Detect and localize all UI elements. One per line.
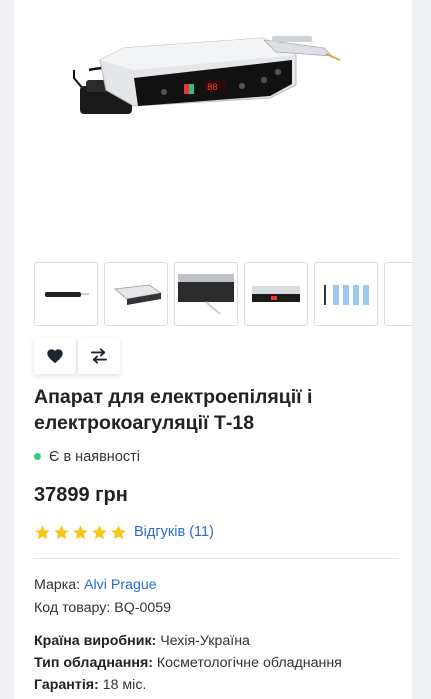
thumbnail-device-side[interactable] [104,262,168,326]
product-price: 37899 грн [34,484,128,506]
star-icon [73,524,88,539]
spec-country-label: Країна виробник: [34,633,157,649]
spec-type-value: Косметологічне обладнання [152,655,342,671]
compare-arrows-icon [91,348,107,364]
star-icon [35,524,50,539]
device-side-icon [113,284,163,305]
spec-warranty-label: Гарантія: [34,677,99,693]
thumbnail-handpiece[interactable] [34,262,98,326]
brand-link[interactable]: Alvi Prague [84,577,157,593]
divider [34,558,398,559]
product-rating: Відгуків (11) [34,522,214,542]
availability-label: Є в наявності [49,449,140,465]
spec-code: Код товару: BQ-0059 [34,600,171,616]
main-product-image[interactable]: 88 [14,0,412,250]
spec-type-label: Тип обладнання: [34,655,153,671]
product-title: Апарат для електроепіляції і електрокоаг… [34,386,313,434]
in-stock-dot-icon [34,452,41,460]
thumbnail-device-panel[interactable] [174,262,238,326]
needles-icon [324,285,369,305]
spec-brand-label: Марка: [34,577,85,593]
reviews-link[interactable]: Відгуків (11) [134,524,214,540]
heart-icon [47,349,63,364]
device-panel-icon [178,274,234,315]
thumbnail-needles[interactable] [314,262,378,326]
thumbnail-strip [34,262,412,328]
spec-type: Тип обладнання: Косметологічне обладнанн… [34,655,342,671]
svg-text:88: 88 [207,83,218,93]
spec-warranty-value: 18 міс. [98,677,147,693]
compare-button[interactable] [78,338,120,374]
thumbnail-device-front[interactable] [244,262,308,326]
spec-country-value: Чехія-Україна [156,633,250,649]
handpiece-icon [45,292,89,297]
device-illustration: 88 [73,36,341,114]
thumbnail-partial[interactable] [384,262,412,326]
spec-code-label: Код товару: [34,600,115,616]
spec-code-value: BQ-0059 [114,600,172,616]
spec-brand: Марка: Alvi Prague [34,577,157,593]
spec-warranty: Гарантія: 18 міс. [34,677,146,693]
spec-country: Країна виробник: Чехія-Україна [34,633,250,649]
star-icon [54,524,69,539]
availability-status: Є в наявності [34,449,140,465]
product-card: 88 Апарат для електроепіляції і електрок… [14,0,412,699]
device-front-icon [252,286,300,302]
star-icon [111,524,126,539]
star-icon [92,524,107,539]
favorite-button[interactable] [34,338,76,374]
